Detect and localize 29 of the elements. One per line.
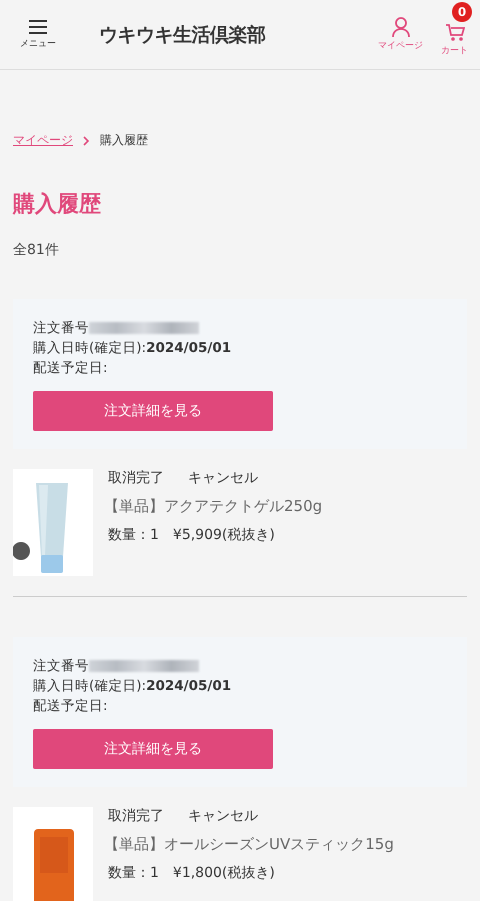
total-count: 全81件 <box>13 241 60 259</box>
product-name[interactable]: 【単品】アクアテクトゲル250g <box>104 497 322 516</box>
order-detail-button[interactable]: 注文詳細を見る <box>33 729 273 769</box>
product-name[interactable]: 【単品】オールシーズンUVスティック15g <box>104 835 394 854</box>
menu-button[interactable]: メニュー <box>20 19 56 50</box>
order-detail-button[interactable]: 注文詳細を見る <box>33 391 273 431</box>
site-logo[interactable]: ウキウキ生活倶楽部 <box>56 22 308 48</box>
user-icon <box>392 17 410 37</box>
mypage-button[interactable]: マイページ <box>378 17 423 52</box>
order-status: 取消完了 <box>108 807 164 825</box>
order-status: 取消完了 <box>108 469 164 487</box>
quantity-price: 数量：1 ¥5,909(税抜き) <box>108 526 276 544</box>
order-number-label: 注文番号 <box>33 657 89 675</box>
delivery-date: 配送予定日: <box>33 697 109 715</box>
page-title: 購入履歴 <box>13 191 102 219</box>
breadcrumb-current: 購入履歴 <box>100 132 148 149</box>
cart-button[interactable]: カート <box>441 22 468 57</box>
cart-icon <box>444 22 464 42</box>
breadcrumb-link[interactable]: マイページ <box>13 132 73 149</box>
cart-count-badge: 0 <box>452 2 472 22</box>
cancel-label: キャンセル <box>188 807 258 825</box>
menu-icon <box>28 19 48 35</box>
purchase-date: 購入日時(確定日):2024/05/01 <box>33 339 232 357</box>
purchase-date: 購入日時(確定日):2024/05/01 <box>33 677 232 695</box>
order-number-label: 注文番号 <box>33 319 89 337</box>
quantity-price: 数量：1 ¥1,800(税抜き) <box>108 864 276 882</box>
cancel-label: キャンセル <box>188 469 258 487</box>
chevron-right-icon <box>83 136 90 146</box>
delivery-date: 配送予定日: <box>33 359 109 377</box>
